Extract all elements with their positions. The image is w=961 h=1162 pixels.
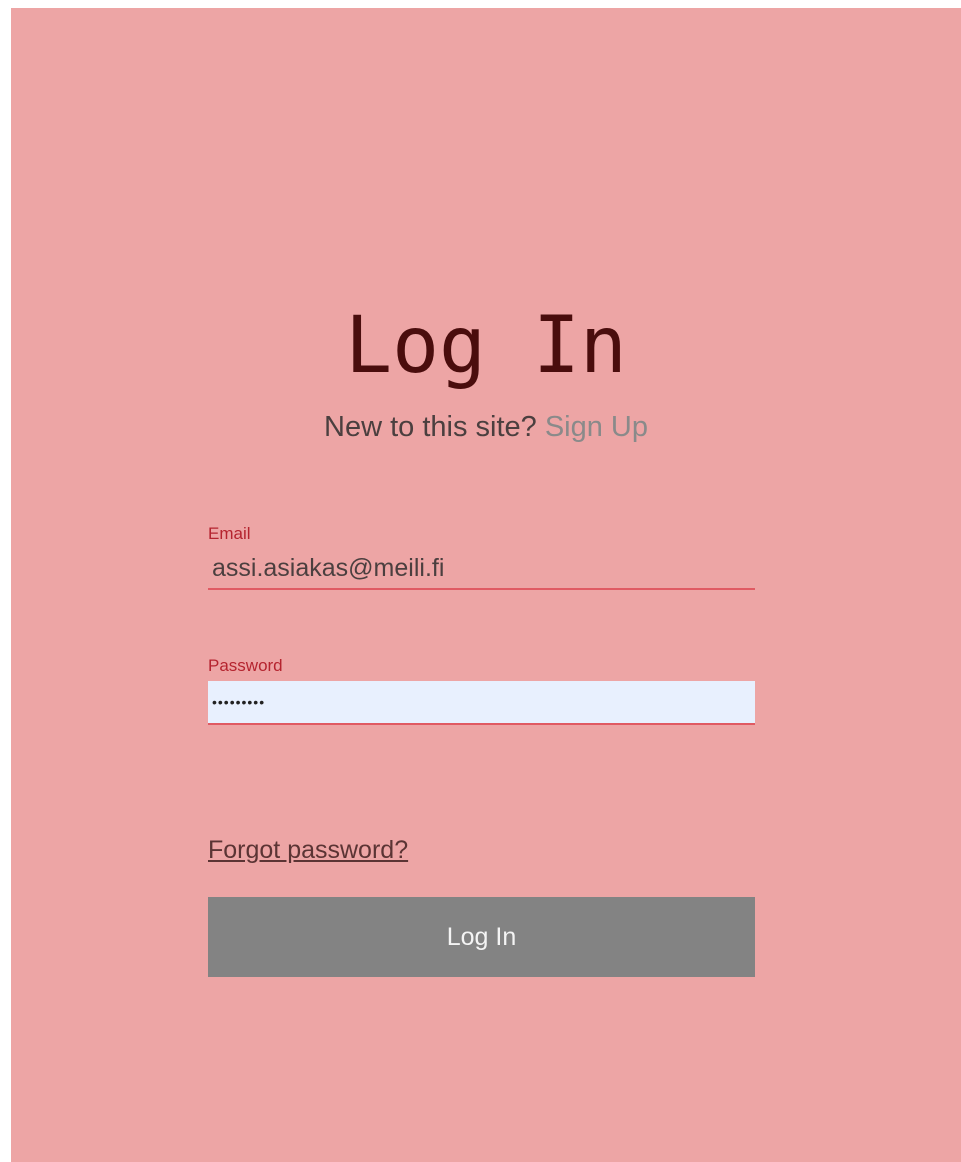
forgot-password-link[interactable]: Forgot password? (208, 834, 408, 866)
email-label: Email (208, 524, 251, 543)
login-button[interactable]: Log In (208, 897, 755, 977)
signup-prompt-text: New to this site? (324, 411, 537, 443)
password-field[interactable] (208, 681, 755, 725)
email-field[interactable] (208, 548, 755, 590)
signup-link[interactable]: Sign Up (545, 411, 648, 443)
login-page: Log In New to this site? Sign Up Email P… (11, 8, 961, 1162)
password-label: Password (208, 656, 283, 675)
page-title: Log In (345, 301, 627, 391)
signup-prompt-row: New to this site? Sign Up (11, 409, 961, 445)
